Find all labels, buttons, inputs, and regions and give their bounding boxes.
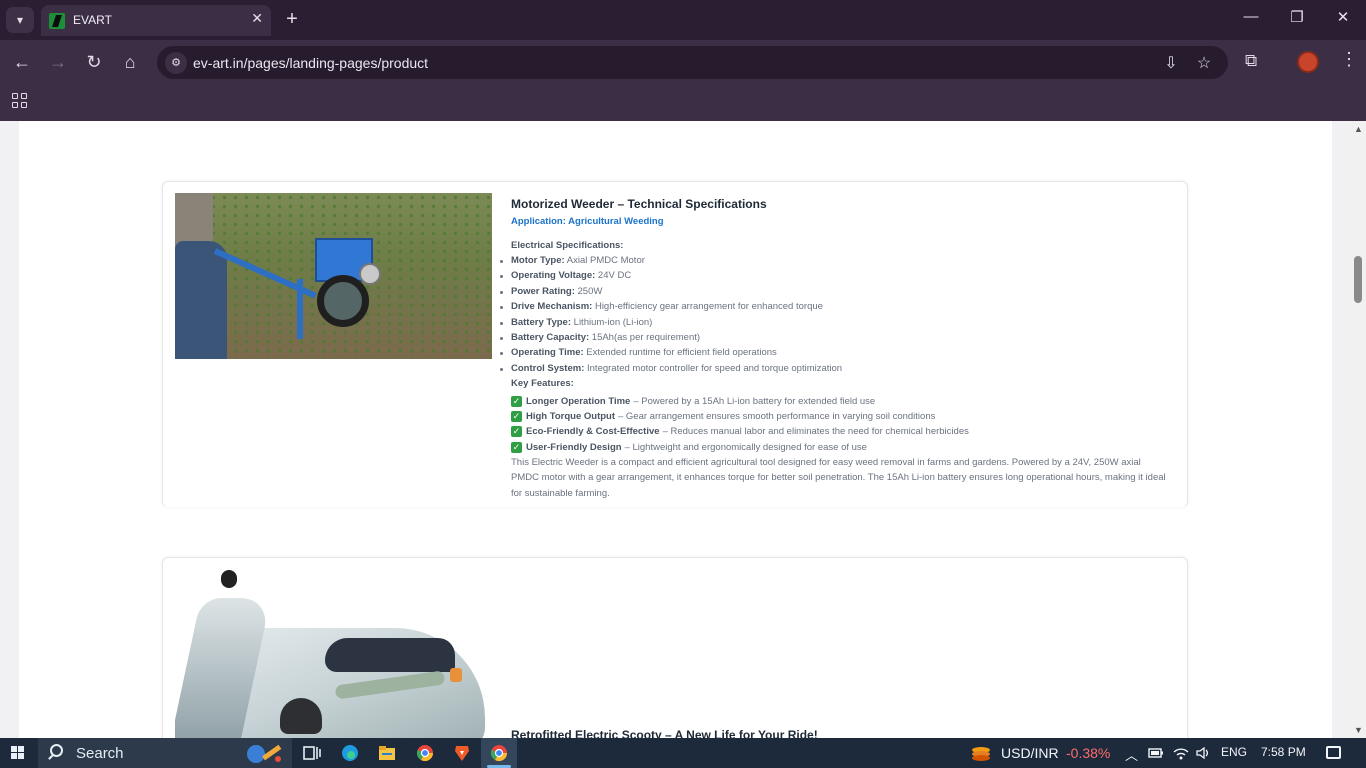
arrow-right-icon: → bbox=[49, 52, 67, 72]
install-icon[interactable]: ⇩ bbox=[1161, 53, 1181, 73]
page-content: Motorized Weeder – Technical Specificati… bbox=[19, 121, 1332, 738]
check-icon: ✓ bbox=[511, 411, 522, 423]
key-features-list: ✓ Longer Operation Time – Powered by a 15A… bbox=[511, 394, 1171, 456]
tab-evart[interactable]: EVART ✕ bbox=[41, 5, 271, 36]
stock-widget-icon[interactable] bbox=[970, 742, 992, 764]
weeder-specifications: Motorized Weeder – Technical Specificati… bbox=[500, 197, 1171, 501]
list-item: ✓ Eco-Friendly & Cost-Effective – Reduces … bbox=[511, 426, 969, 438]
address-bar[interactable]: ⚙ ev-art.in/pages/landing-pages/product … bbox=[157, 46, 1228, 79]
home-button[interactable]: ⌂ bbox=[118, 50, 142, 74]
edge-icon[interactable] bbox=[340, 743, 360, 763]
electrical-specs-heading: Electrical Specifications: bbox=[511, 240, 624, 251]
list-item: Operating Voltage: 24V DC bbox=[500, 270, 1171, 285]
arrow-left-icon: ← bbox=[13, 52, 31, 72]
page-viewport: Motorized Weeder – Technical Specificati… bbox=[0, 121, 1350, 738]
list-item: Drive Mechanism: High-efficiency gear ar… bbox=[500, 301, 1171, 316]
task-view-icon[interactable] bbox=[302, 743, 322, 763]
list-item: Power Rating: 250W bbox=[500, 286, 1171, 301]
tab-strip: ▾ EVART ✕ + — ❐ ✕ bbox=[0, 0, 1366, 40]
list-item: Control System: Integrated motor control… bbox=[500, 363, 1171, 378]
scroll-down-icon[interactable]: ▼ bbox=[1354, 725, 1363, 735]
windows-taskbar: Search USD/INR -0.38% ︿ ENG 7:58 PM bbox=[0, 738, 1366, 768]
check-icon: ✓ bbox=[511, 395, 522, 407]
weeder-application: Application: Agricultural Weeding bbox=[511, 216, 664, 227]
list-item: ✓ High Torque Output – Gear arrangement en… bbox=[511, 411, 936, 423]
apps-grid-icon[interactable] bbox=[12, 93, 28, 109]
clock[interactable]: 7:58 PM bbox=[1261, 745, 1306, 759]
list-item: ✓ User-Friendly Design – Lightweight and e… bbox=[511, 441, 867, 453]
chrome-active-icon[interactable] bbox=[489, 743, 509, 763]
bookmarks-bar bbox=[0, 85, 1366, 121]
electrical-specs-list: Motor Type: Axial PMDC Motor Operating V… bbox=[500, 255, 1171, 378]
volume-icon[interactable] bbox=[1195, 746, 1211, 760]
evart-favicon-icon bbox=[49, 13, 65, 29]
wifi-icon[interactable] bbox=[1173, 746, 1189, 760]
windows-start-icon[interactable] bbox=[11, 746, 25, 760]
taskbar-search[interactable]: Search bbox=[38, 738, 292, 768]
new-tab-button[interactable]: + bbox=[283, 7, 301, 31]
window-close-button[interactable]: ✕ bbox=[1328, 8, 1358, 26]
file-explorer-icon[interactable] bbox=[377, 743, 397, 763]
check-icon: ✓ bbox=[511, 426, 522, 438]
scooty-title: Retrofitted Electric Scooty – A New Life… bbox=[511, 728, 818, 738]
tab-title: EVART bbox=[73, 13, 112, 27]
page-scrollbar[interactable]: ▲ ▼ bbox=[1350, 121, 1366, 738]
tab-list-button[interactable]: ▾ bbox=[6, 7, 34, 33]
search-label: Search bbox=[76, 745, 124, 762]
plus-icon: + bbox=[286, 8, 298, 30]
weeder-product-image bbox=[175, 193, 492, 359]
list-item: ✓ Longer Operation Time – Powered by a 15A… bbox=[511, 395, 876, 407]
language-indicator[interactable]: ENG bbox=[1221, 745, 1247, 759]
chevron-down-icon: ▾ bbox=[16, 13, 24, 27]
brave-icon[interactable] bbox=[452, 743, 472, 763]
notification-icon[interactable] bbox=[1326, 746, 1341, 759]
key-features-heading: Key Features: bbox=[511, 378, 574, 390]
star-icon[interactable]: ☆ bbox=[1194, 53, 1214, 73]
scroll-thumb[interactable] bbox=[1354, 256, 1362, 303]
search-highlight-icon bbox=[247, 744, 282, 763]
list-item: Battery Capacity: 15Ah(as per requiremen… bbox=[500, 332, 1171, 347]
weeder-description: This Electric Weeder is a compact and ef… bbox=[511, 457, 1166, 499]
browser-toolbar: ← → ↻ ⌂ ⚙ ev-art.in/pages/landing-pages/… bbox=[0, 40, 1366, 85]
reload-icon: ↻ bbox=[86, 52, 102, 72]
back-button[interactable]: ← bbox=[10, 50, 34, 74]
forward-button[interactable]: → bbox=[46, 50, 70, 74]
puzzle-icon[interactable]: ⧉ bbox=[1245, 51, 1257, 71]
list-item: Battery Type: Lithium-ion (Li-ion) bbox=[500, 317, 1171, 332]
weeder-product-card: Motorized Weeder – Technical Specificati… bbox=[162, 181, 1188, 507]
minimize-button[interactable]: — bbox=[1236, 8, 1266, 25]
stock-change[interactable]: -0.38% bbox=[1066, 745, 1110, 761]
chevron-up-icon[interactable]: ︿ bbox=[1125, 745, 1138, 764]
site-settings-icon[interactable]: ⚙ bbox=[165, 52, 187, 74]
scooty-product-image bbox=[175, 568, 495, 738]
battery-icon[interactable] bbox=[1148, 747, 1164, 759]
stock-symbol[interactable]: USD/INR bbox=[1001, 745, 1059, 761]
scooty-product-card: Retrofitted Electric Scooty – A New Life… bbox=[162, 557, 1188, 738]
more-vertical-icon[interactable]: ⋮ bbox=[1340, 49, 1358, 70]
weeder-title: Motorized Weeder – Technical Specificati… bbox=[511, 197, 767, 211]
restore-button[interactable]: ❐ bbox=[1282, 8, 1312, 26]
list-item: Motor Type: Axial PMDC Motor bbox=[500, 255, 1171, 270]
search-icon bbox=[50, 744, 63, 757]
home-icon: ⌂ bbox=[124, 52, 136, 72]
list-item: Operating Time: Extended runtime for eff… bbox=[500, 347, 1171, 362]
chrome-icon[interactable] bbox=[415, 743, 435, 763]
close-icon[interactable]: ✕ bbox=[251, 10, 263, 27]
reload-button[interactable]: ↻ bbox=[82, 50, 106, 74]
scroll-up-icon[interactable]: ▲ bbox=[1354, 124, 1363, 134]
check-icon: ✓ bbox=[511, 441, 522, 453]
url-text[interactable]: ev-art.in/pages/landing-pages/product bbox=[193, 55, 428, 71]
profile-avatar[interactable] bbox=[1297, 51, 1319, 73]
